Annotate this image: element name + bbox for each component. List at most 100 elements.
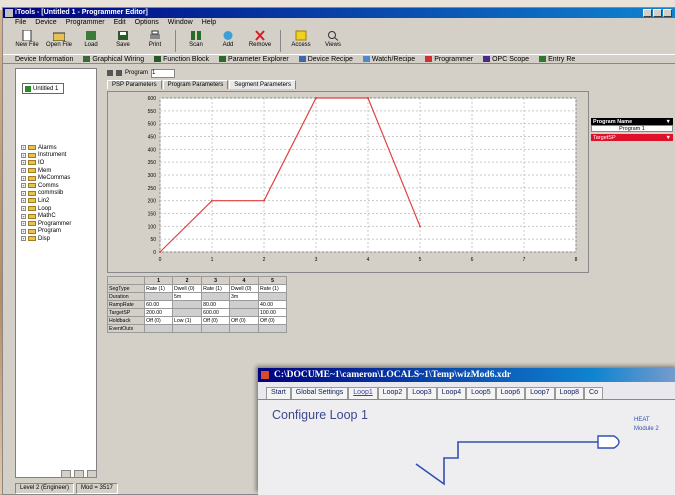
tab-parameter-explorer[interactable]: Parameter Explorer <box>219 56 289 63</box>
table-cell[interactable]: Off (0) <box>201 316 230 325</box>
wizard-titlebar[interactable]: C:\DOCUME~1\cameron\LOCALS~1\Temp\wizMod… <box>258 368 675 382</box>
tree-root-node[interactable]: Untitled 1 <box>22 83 64 94</box>
legend-target-dropdown-icon[interactable]: ▼ <box>666 135 671 141</box>
data-point[interactable] <box>419 225 421 228</box>
close-button[interactable] <box>663 9 672 17</box>
editor-open-icon[interactable] <box>107 70 113 76</box>
window-titlebar[interactable]: iTools - [Untitled 1 - Programmer Editor… <box>3 8 675 18</box>
table-cell[interactable] <box>228 300 260 309</box>
tab-device-information[interactable]: Device Information <box>15 56 73 63</box>
tab-entry-recipe[interactable]: Entry Re <box>539 56 575 63</box>
wizard-tab[interactable]: Global Settings <box>290 387 349 399</box>
access-button[interactable]: Access <box>285 28 317 54</box>
menu-file[interactable]: File <box>15 18 26 28</box>
table-cell[interactable]: 200.00 <box>144 308 174 317</box>
data-point[interactable] <box>367 97 369 99</box>
table-cell[interactable]: 40.00 <box>258 300 287 309</box>
menu-help[interactable]: Help <box>202 18 216 28</box>
remove-button[interactable]: Remove <box>244 28 276 54</box>
table-cell[interactable]: Off (0) <box>258 316 287 325</box>
expand-icon[interactable]: + <box>21 183 26 189</box>
expand-icon[interactable]: + <box>21 175 26 181</box>
save-button[interactable]: Save <box>107 28 139 54</box>
tab-graphical-wiring[interactable]: Graphical Wiring <box>83 56 144 63</box>
scan-button[interactable]: Scan <box>180 28 212 54</box>
minimize-button[interactable] <box>643 9 652 17</box>
tab-function-block[interactable]: Function Block <box>154 56 209 63</box>
data-point[interactable] <box>263 199 265 202</box>
tree-up-button[interactable] <box>61 470 71 478</box>
legend-target-series[interactable]: TargetSP ▼ <box>591 134 673 141</box>
tree-item[interactable]: + Programmer <box>21 220 71 228</box>
table-cell[interactable]: Dwell (0) <box>228 284 260 293</box>
table-cell[interactable] <box>201 324 230 333</box>
expand-icon[interactable]: + <box>21 198 26 204</box>
wizard-tab[interactable]: Loop8 <box>554 387 585 399</box>
wizard-tab[interactable]: Loop6 <box>495 387 526 399</box>
menu-programmer[interactable]: Programmer <box>66 18 105 28</box>
wizard-tab[interactable]: Loop7 <box>525 387 555 399</box>
tree-item[interactable]: + Disp <box>21 235 71 243</box>
print-button[interactable]: Print <box>139 28 171 54</box>
table-cell[interactable]: Rate (1) <box>144 284 174 293</box>
heat-output-block[interactable] <box>597 435 620 449</box>
tree-item[interactable]: + Mem <box>21 167 71 175</box>
wizard-tab[interactable]: Loop2 <box>377 387 408 399</box>
table-cell[interactable]: 3m <box>228 292 260 301</box>
tab-programmer[interactable]: Programmer <box>425 56 473 63</box>
tree-item[interactable]: + Lin2 <box>21 197 71 205</box>
expand-icon[interactable]: + <box>21 160 26 166</box>
table-cell[interactable]: Off (0) <box>228 316 260 325</box>
tab-psp-parameters[interactable]: PSP Parameters <box>107 80 162 89</box>
table-cell[interactable] <box>228 308 260 317</box>
new-file-button[interactable]: New File <box>11 28 43 54</box>
table-cell[interactable] <box>228 324 260 333</box>
table-cell[interactable]: Dwell (0) <box>172 284 203 293</box>
editor-save-icon[interactable] <box>116 70 122 76</box>
table-cell[interactable]: Off (0) <box>144 316 174 325</box>
table-cell[interactable] <box>144 292 174 301</box>
table-cell[interactable]: Low (1) <box>172 316 203 325</box>
table-cell[interactable] <box>258 292 287 301</box>
tree-item[interactable]: + MeCommas <box>21 174 71 182</box>
table-cell[interactable] <box>172 308 203 317</box>
tree-item[interactable]: + Loop <box>21 205 71 213</box>
table-cell[interactable]: 80.00 <box>201 300 230 309</box>
table-cell[interactable] <box>201 292 230 301</box>
table-cell[interactable]: 600.00 <box>201 308 230 317</box>
tree-item[interactable]: + commslib <box>21 190 71 198</box>
expand-icon[interactable]: + <box>21 206 26 212</box>
menu-options[interactable]: Options <box>135 18 159 28</box>
wizard-tab[interactable]: Loop4 <box>436 387 467 399</box>
expand-icon[interactable]: + <box>21 228 26 234</box>
tree-item[interactable]: + Instrument <box>21 152 71 160</box>
program-select[interactable]: 1 <box>151 68 176 78</box>
table-cell[interactable]: Rate (1) <box>201 284 230 293</box>
tab-segment-parameters[interactable]: Segment Parameters <box>229 80 296 89</box>
tree-close-button[interactable] <box>87 470 97 478</box>
expand-icon[interactable]: + <box>21 213 26 219</box>
menu-edit[interactable]: Edit <box>114 18 126 28</box>
open-file-button[interactable]: Open File <box>43 28 75 54</box>
table-cell[interactable] <box>144 324 174 333</box>
maximize-button[interactable] <box>653 9 662 17</box>
expand-icon[interactable]: + <box>21 152 26 158</box>
tree-item[interactable]: + Comms <box>21 182 71 190</box>
tab-program-parameters[interactable]: Program Parameters <box>162 80 229 89</box>
load-button[interactable]: Load <box>75 28 107 54</box>
tree-item[interactable]: + Program <box>21 228 71 236</box>
expand-icon[interactable]: + <box>21 168 26 174</box>
menu-device[interactable]: Device <box>35 18 56 28</box>
legend-program-row[interactable]: Program 1 <box>591 125 673 132</box>
data-point[interactable] <box>211 199 213 202</box>
expand-icon[interactable]: + <box>21 236 26 242</box>
tree-item[interactable]: + Alarms <box>21 144 71 152</box>
expand-icon[interactable]: + <box>21 221 26 227</box>
data-point[interactable] <box>315 97 317 99</box>
wizard-tab[interactable]: Loop3 <box>407 387 437 399</box>
add-button[interactable]: Add <box>212 28 244 54</box>
tab-device-recipe[interactable]: Device Recipe <box>298 56 353 63</box>
data-point[interactable] <box>159 251 161 253</box>
wizard-tab[interactable]: Start <box>266 387 291 399</box>
wizard-tab[interactable]: Co <box>584 387 603 399</box>
